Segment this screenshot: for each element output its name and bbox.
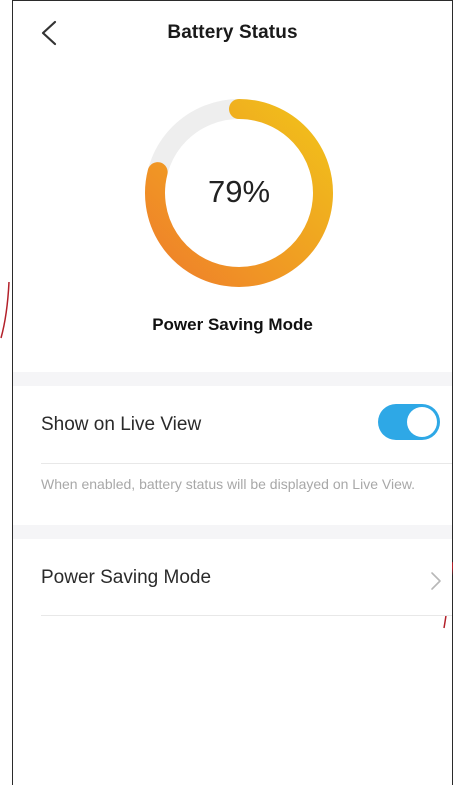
row-divider — [41, 463, 452, 464]
toggle-knob — [407, 407, 437, 437]
power-saving-mode-row[interactable]: Power Saving Mode — [13, 539, 452, 615]
battery-percent: 79% — [207, 174, 271, 209]
section-spacer — [13, 525, 452, 539]
battery-status-screen: Battery Status 79% Power Saving Mode Sho… — [0, 0, 453, 785]
section-spacer — [13, 372, 452, 386]
nav-header: Battery Status — [13, 0, 452, 68]
live-view-hint: When enabled, battery status will be dis… — [41, 476, 416, 492]
show-on-live-view-toggle[interactable] — [378, 404, 440, 440]
row-divider — [41, 615, 452, 616]
chevron-right-icon — [431, 572, 441, 590]
show-on-live-view-label: Show on Live View — [41, 414, 202, 435]
show-on-live-view-row: Show on Live View — [13, 386, 452, 464]
margin-mark-left — [0, 281, 10, 339]
power-saving-mode-label: Power Saving Mode — [41, 567, 212, 588]
page-title: Battery Status — [167, 22, 298, 43]
current-mode-label: Power Saving Mode — [152, 315, 313, 334]
